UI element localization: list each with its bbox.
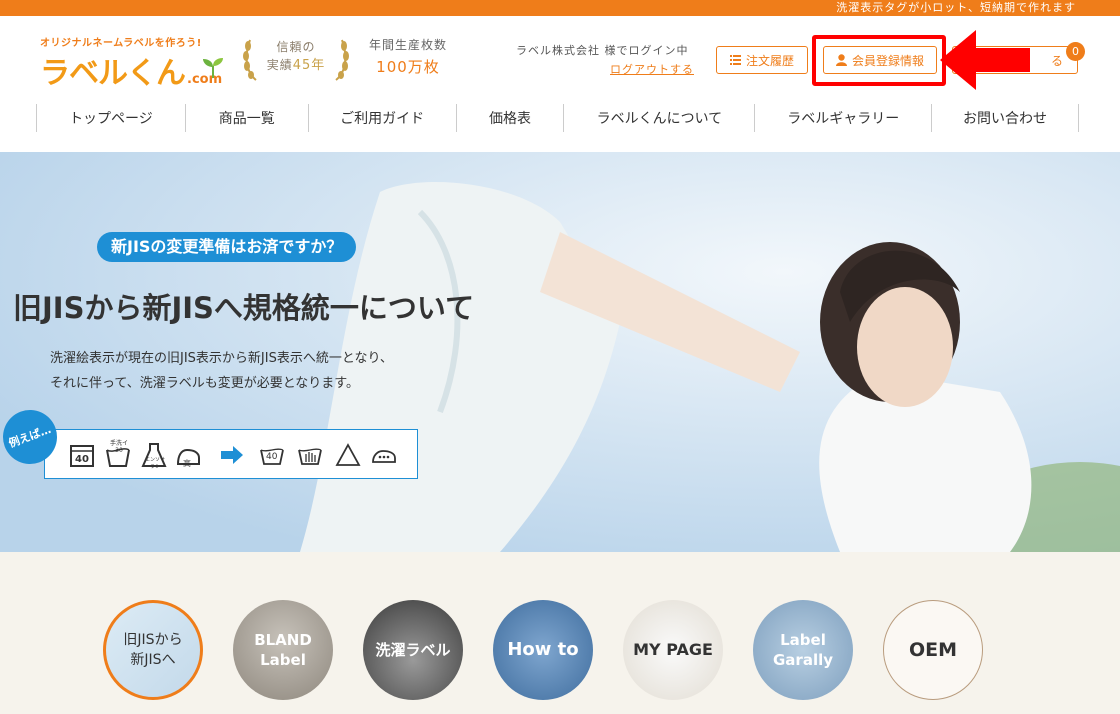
circle-6-line1: Label (780, 631, 826, 649)
hero-description: 洗濯絵表示が現在の旧JIS表示から新JIS表示へ統一となり、 それに伴って、洗濯… (50, 346, 393, 396)
hero-desc-line2: それに伴って、洗濯ラベルも変更が必要となります。 (50, 376, 360, 391)
production-value: 100万枚 (376, 58, 440, 76)
award-years: 45年 (292, 58, 326, 73)
circle-5-line1: MY PAGE (633, 640, 713, 659)
hero-question-pill: 新JISの変更準備はお済ですか？ (97, 232, 357, 262)
new-iron-icon (372, 450, 396, 463)
site-logo[interactable]: オリジナルネームラベルを作ろう! ラベルくん .com (40, 34, 230, 91)
order-history-label: 注文履歴 (745, 53, 794, 68)
category-circles-section: 旧JISから 新JISへ BLAND Label 洗濯ラベル How to MY P… (0, 552, 1120, 714)
nav-item-guide[interactable]: ご利用ガイド (309, 104, 457, 132)
logo-tagline: オリジナルネームラベルを作ろう! (40, 38, 202, 49)
circle-3-line1: 洗濯ラベル (375, 641, 451, 659)
new-handwash-icon (298, 448, 322, 465)
nav-item-about[interactable]: ラベルくんについて (564, 104, 756, 132)
circle-brand-label[interactable]: BLAND Label (233, 600, 333, 700)
old-symbol-3-text: エンソサラシ (144, 457, 165, 470)
nav-item-gallery[interactable]: ラベルギャラリー (755, 104, 933, 132)
arrow-left-annotation-icon (940, 30, 1030, 90)
old-symbol-1-text: 40 (75, 454, 89, 465)
sprout-icon (203, 58, 223, 78)
highlight-box (812, 35, 946, 86)
arrow-right-icon (221, 446, 243, 464)
logo-wordmark: ラベルくん .com (40, 48, 222, 92)
main-nav: トップページ 商品一覧 ご利用ガイド 価格表 ラベルくんについて ラベルギャラリ… (36, 104, 1079, 132)
laurel-right-icon (335, 39, 349, 81)
production-stat: 年間生産枚数 100万枚 (366, 36, 450, 77)
hero-banner[interactable]: 新JISの変更準備はお済ですか？ 旧JISから新JISへ規格統一について 洗濯絵… (0, 152, 1120, 552)
symbol-example-box: 40 手洗イ30 エンソサラシ 高 40 (44, 429, 418, 479)
old-symbol-2-text: 手洗イ30 (109, 440, 128, 454)
new-bleach-icon (335, 443, 361, 466)
cart-count-badge: 0 (1066, 42, 1085, 61)
circle-7-line1: OEM (908, 639, 958, 661)
hero-title: 旧JISから新JISへ規格統一について (13, 291, 475, 325)
circle-1-line2: 新JISへ (130, 652, 176, 668)
top-notice-bar: 洗濯表示タグが小ロット、短納期で作れます (0, 0, 1120, 16)
production-label: 年間生産枚数 (368, 38, 447, 52)
cart-label: る (1050, 53, 1063, 68)
list-icon (729, 55, 741, 65)
circle-jis-change[interactable]: 旧JISから 新JISへ (103, 600, 203, 700)
circle-wash-label[interactable]: 洗濯ラベル (363, 600, 463, 700)
circle-oem[interactable]: OEM (883, 600, 983, 700)
nav-item-contact[interactable]: お問い合わせ (932, 104, 1079, 132)
circle-2-line2: Label (260, 651, 306, 669)
award-badge: 信頼の 実績45年 (242, 34, 350, 86)
circle-2-line1: BLAND (254, 631, 312, 649)
circle-label-gallery[interactable]: Label Garally (753, 600, 853, 700)
circle-1-line1: 旧JISから (123, 632, 183, 648)
logo-name: ラベルくん (40, 56, 186, 91)
circle-how-to[interactable]: How to (493, 600, 593, 700)
award-line2-prefix: 実績 (266, 58, 293, 72)
order-history-button[interactable]: 注文履歴 (716, 46, 808, 74)
login-status: ラベル株式会社 様でログイン中 (516, 44, 689, 57)
hero-desc-line1: 洗濯絵表示が現在の旧JIS表示から新JIS表示へ統一となり、 (50, 351, 393, 366)
nav-item-top[interactable]: トップページ (37, 104, 186, 132)
new-symbol-1-text: 40 (266, 452, 278, 462)
nav-item-products[interactable]: 商品一覧 (186, 104, 309, 132)
circle-6-line2: Garally (772, 651, 833, 669)
circle-my-page[interactable]: MY PAGE (623, 600, 723, 700)
circle-4-line1: How to (507, 639, 579, 660)
old-symbol-4-text: 高 (183, 459, 191, 468)
top-notice-text: 洗濯表示タグが小ロット、短納期で作れます (836, 1, 1076, 14)
nav-item-price[interactable]: 価格表 (457, 104, 565, 132)
logout-link[interactable]: ログアウトする (610, 61, 694, 77)
